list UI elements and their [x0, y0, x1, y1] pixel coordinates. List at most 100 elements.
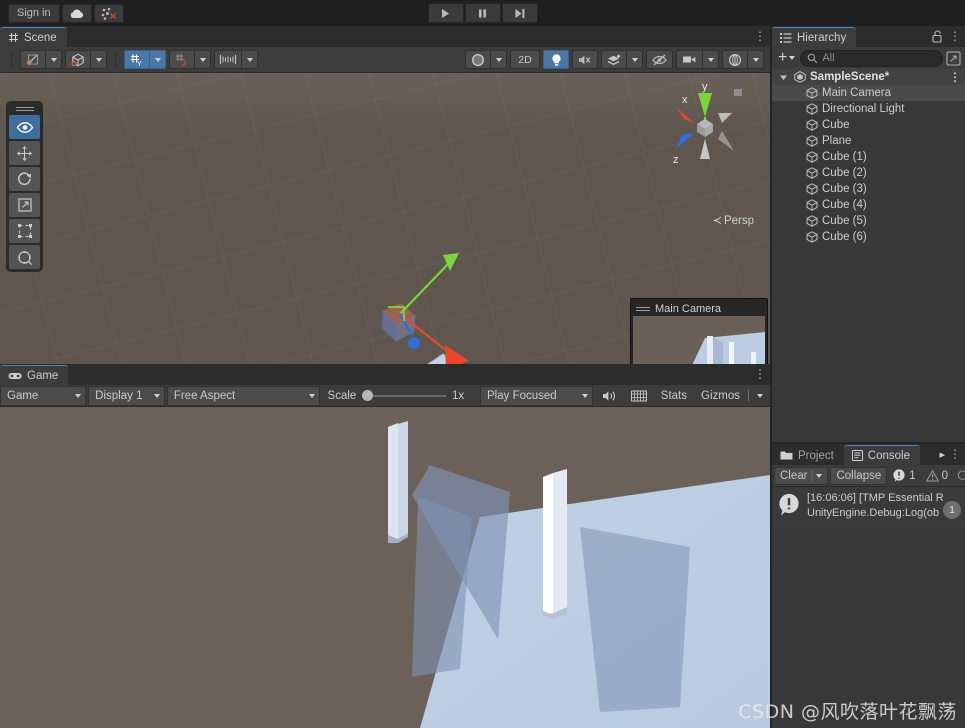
tab-scene-label: Scene	[24, 31, 57, 44]
axis-lock-box	[734, 89, 742, 96]
display-select[interactable]: Display 1	[88, 385, 165, 406]
play-mode-select[interactable]: Play Focused	[480, 385, 593, 406]
add-gameobject-button[interactable]: +	[776, 49, 797, 66]
grid-axis-button[interactable]: Y	[124, 50, 150, 69]
stats-button[interactable]: Stats	[654, 386, 694, 406]
measure-dropdown[interactable]	[242, 50, 258, 69]
hierarchy-lock-button[interactable]	[932, 30, 943, 43]
hierarchy-item-cube-6[interactable]: Cube (6)	[772, 229, 965, 245]
hierarchy-item-directional-light[interactable]: Directional Light	[772, 101, 965, 117]
tab-overflow-button[interactable]: ▸	[939, 448, 945, 461]
palette-drag-handle[interactable]	[15, 104, 34, 113]
measure-button[interactable]	[214, 50, 242, 69]
scene-axis-gizmo[interactable]: x y z	[660, 81, 750, 181]
pause-button[interactable]	[464, 3, 501, 23]
gizmos-button-game[interactable]: Gizmos |	[694, 386, 770, 406]
snap-increment-button[interactable]	[169, 50, 195, 69]
pivot-mode-dropdown[interactable]	[46, 50, 62, 69]
effects-icon	[607, 54, 621, 65]
camera-preview-grip[interactable]	[636, 306, 650, 311]
info-filter-badge[interactable]	[954, 469, 965, 482]
rect-tool-button[interactable]	[9, 219, 40, 243]
draw-mode-dropdown[interactable]	[491, 50, 507, 69]
pivot-center-button[interactable]	[20, 50, 46, 69]
handle-mode-dropdown[interactable]	[91, 50, 107, 69]
unity-editor-window: Sign in Scene ⋮ Y 2D x y z ≺ Persp Main …	[0, 0, 965, 728]
hierarchy-panel-menu[interactable]: ⋮	[949, 29, 961, 43]
hierarchy-item-plane[interactable]: Plane	[772, 133, 965, 149]
gameobject-icon	[806, 215, 818, 227]
scene-expand-arrow[interactable]	[772, 73, 794, 82]
scene-context-menu[interactable]: ⋮	[949, 70, 961, 84]
play-button[interactable]	[427, 3, 464, 23]
tab-hierarchy[interactable]: Hierarchy	[772, 27, 857, 47]
hierarchy-item-cube-1[interactable]: Cube (1)	[772, 149, 965, 165]
aspect-grid-button[interactable]	[624, 386, 654, 406]
console-log-entry[interactable]: [16:06:06] [TMP Essential R UnityEngine.…	[772, 487, 965, 527]
game-view-mode-label: Game	[7, 389, 39, 402]
gameobject-icon	[806, 199, 818, 211]
hierarchy-tree[interactable]: SampleScene* ⋮ Main Camera Directional Li…	[772, 69, 965, 444]
warning-filter-badge[interactable]: 0	[922, 469, 952, 482]
scene-camera-button[interactable]	[676, 50, 703, 69]
effects-button[interactable]	[601, 50, 627, 69]
hierarchy-scene-row[interactable]: SampleScene* ⋮	[772, 69, 965, 85]
horizontal-divider-right[interactable]	[772, 442, 965, 444]
step-button[interactable]	[501, 3, 538, 23]
mute-audio-button[interactable]	[595, 386, 624, 406]
draw-mode-button[interactable]	[465, 50, 491, 69]
scale-slider-knob[interactable]	[362, 390, 374, 401]
scene-viewport[interactable]: x y z ≺ Persp Main Camera	[0, 73, 770, 390]
view-tool-button[interactable]	[9, 115, 40, 139]
scale-slider-track	[362, 394, 446, 397]
hierarchy-scene-name: SampleScene*	[810, 71, 890, 83]
plus-icon: +	[778, 49, 788, 66]
hierarchy-item-label: Cube (2)	[822, 167, 867, 179]
clear-button[interactable]: Clear |	[774, 466, 829, 485]
hierarchy-item-cube[interactable]: Cube	[772, 117, 965, 133]
tab-game[interactable]: Game	[0, 365, 69, 385]
hierarchy-item-main-camera[interactable]: Main Camera	[772, 85, 965, 101]
scale-slider[interactable]	[362, 389, 446, 403]
hierarchy-item-cube-2[interactable]: Cube (2)	[772, 165, 965, 181]
gizmos-dropdown[interactable]	[748, 50, 764, 69]
move-tool-button[interactable]	[9, 141, 40, 165]
hidden-objects-button[interactable]	[646, 50, 673, 69]
console-panel-menu[interactable]: ⋮	[949, 447, 961, 461]
log-entry-line-1: [16:06:06] [TMP Essential R	[807, 492, 944, 504]
effects-dropdown[interactable]	[627, 50, 643, 69]
error-filter-badge[interactable]: 1	[889, 469, 919, 482]
rotate-tool-button[interactable]	[9, 167, 40, 191]
axis-x-cone	[676, 107, 694, 123]
2d-toggle-button[interactable]: 2D	[510, 50, 540, 69]
scale-label: Scale	[327, 389, 357, 402]
grid-dropdown[interactable]	[150, 50, 166, 69]
tab-console[interactable]: Console	[843, 445, 920, 465]
lighting-toggle-button[interactable]	[543, 50, 569, 69]
hierarchy-search-filter-button[interactable]	[946, 50, 961, 66]
hierarchy-item-cube-4[interactable]: Cube (4)	[772, 197, 965, 213]
hierarchy-item-cube-3[interactable]: Cube (3)	[772, 181, 965, 197]
audio-toggle-button[interactable]	[572, 50, 598, 69]
transform-tool-button[interactable]	[9, 245, 40, 269]
chevron-down-icon	[757, 393, 763, 398]
handle-global-button[interactable]	[65, 50, 91, 69]
scene-camera-dropdown[interactable]	[703, 50, 719, 69]
game-panel-menu[interactable]: ⋮	[754, 367, 766, 381]
snap-dropdown[interactable]	[195, 50, 211, 69]
gizmos-button[interactable]	[722, 50, 748, 69]
collapse-button[interactable]: Collapse	[830, 466, 888, 485]
console-log-list[interactable]: [16:06:06] [TMP Essential R UnityEngine.…	[772, 487, 965, 727]
vertical-divider[interactable]	[770, 26, 772, 728]
scene-panel-menu[interactable]: ⋮	[754, 29, 766, 43]
game-view-mode-select[interactable]: Game	[0, 385, 87, 406]
tab-project[interactable]: Project	[772, 445, 844, 465]
game-viewport[interactable]	[0, 407, 770, 728]
projection-mode-toggle[interactable]: ≺ Persp	[712, 213, 754, 227]
error-icon	[893, 469, 905, 482]
hierarchy-search-input[interactable]: All	[800, 49, 943, 67]
scale-tool-button[interactable]	[9, 193, 40, 217]
tab-scene[interactable]: Scene	[0, 27, 67, 47]
aspect-select[interactable]: Free Aspect	[166, 385, 320, 406]
hierarchy-item-cube-5[interactable]: Cube (5)	[772, 213, 965, 229]
